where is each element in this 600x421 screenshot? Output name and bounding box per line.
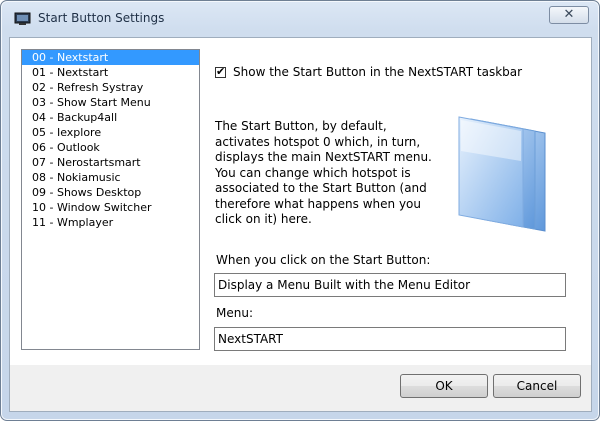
- cancel-button[interactable]: Cancel: [493, 374, 581, 398]
- hotspot-list-item[interactable]: 07 - Nerostartsmart: [22, 155, 199, 170]
- hotspot-list-item[interactable]: 00 - Nextstart: [22, 50, 199, 65]
- hotspot-list[interactable]: 00 - Nextstart 01 - Nextstart 02 - Refresh…: [21, 49, 200, 350]
- description-text: The Start Button, by default, activates …: [215, 119, 432, 226]
- hotspot-list-item[interactable]: 10 - Window Switcher: [22, 200, 199, 215]
- hotspot-list-item[interactable]: 09 - Shows Desktop: [22, 185, 199, 200]
- checkmark-icon: ✔: [216, 65, 226, 78]
- close-button[interactable]: ✕: [549, 6, 589, 24]
- hotspot-list-item[interactable]: 01 - Nextstart: [22, 65, 199, 80]
- monitor-icon: [14, 12, 31, 25]
- menu-label: Menu:: [216, 306, 253, 320]
- hotspot-list-item[interactable]: 05 - Iexplore: [22, 125, 199, 140]
- on-click-label: When you click on the Start Button:: [216, 253, 431, 267]
- show-start-button-checkbox[interactable]: ✔: [215, 65, 226, 78]
- hotspot-list-item[interactable]: 02 - Refresh Systray: [22, 80, 199, 95]
- menu-field[interactable]: NextSTART: [214, 327, 566, 351]
- on-click-action-field[interactable]: Display a Menu Built with the Menu Edito…: [214, 273, 566, 297]
- hotspot-list-item[interactable]: 11 - Wmplayer: [22, 215, 199, 230]
- dialog-window: Start Button Settings ✕ 00 - Nextstart 01…: [0, 0, 600, 421]
- hotspot-list-item[interactable]: 04 - Backup4all: [22, 110, 199, 125]
- close-icon: ✕: [563, 7, 575, 22]
- ok-button[interactable]: OK: [400, 374, 488, 398]
- window-title: Start Button Settings: [38, 11, 165, 25]
- hotspot-list-item[interactable]: 08 - Nokiamusic: [22, 170, 199, 185]
- show-start-button-label: Show the Start Button in the NextSTART t…: [233, 65, 523, 79]
- hotspot-list-item[interactable]: 03 - Show Start Menu: [22, 95, 199, 110]
- hotspot-list-item[interactable]: 06 - Outlook: [22, 140, 199, 155]
- stacked-pages-icon: [458, 116, 546, 232]
